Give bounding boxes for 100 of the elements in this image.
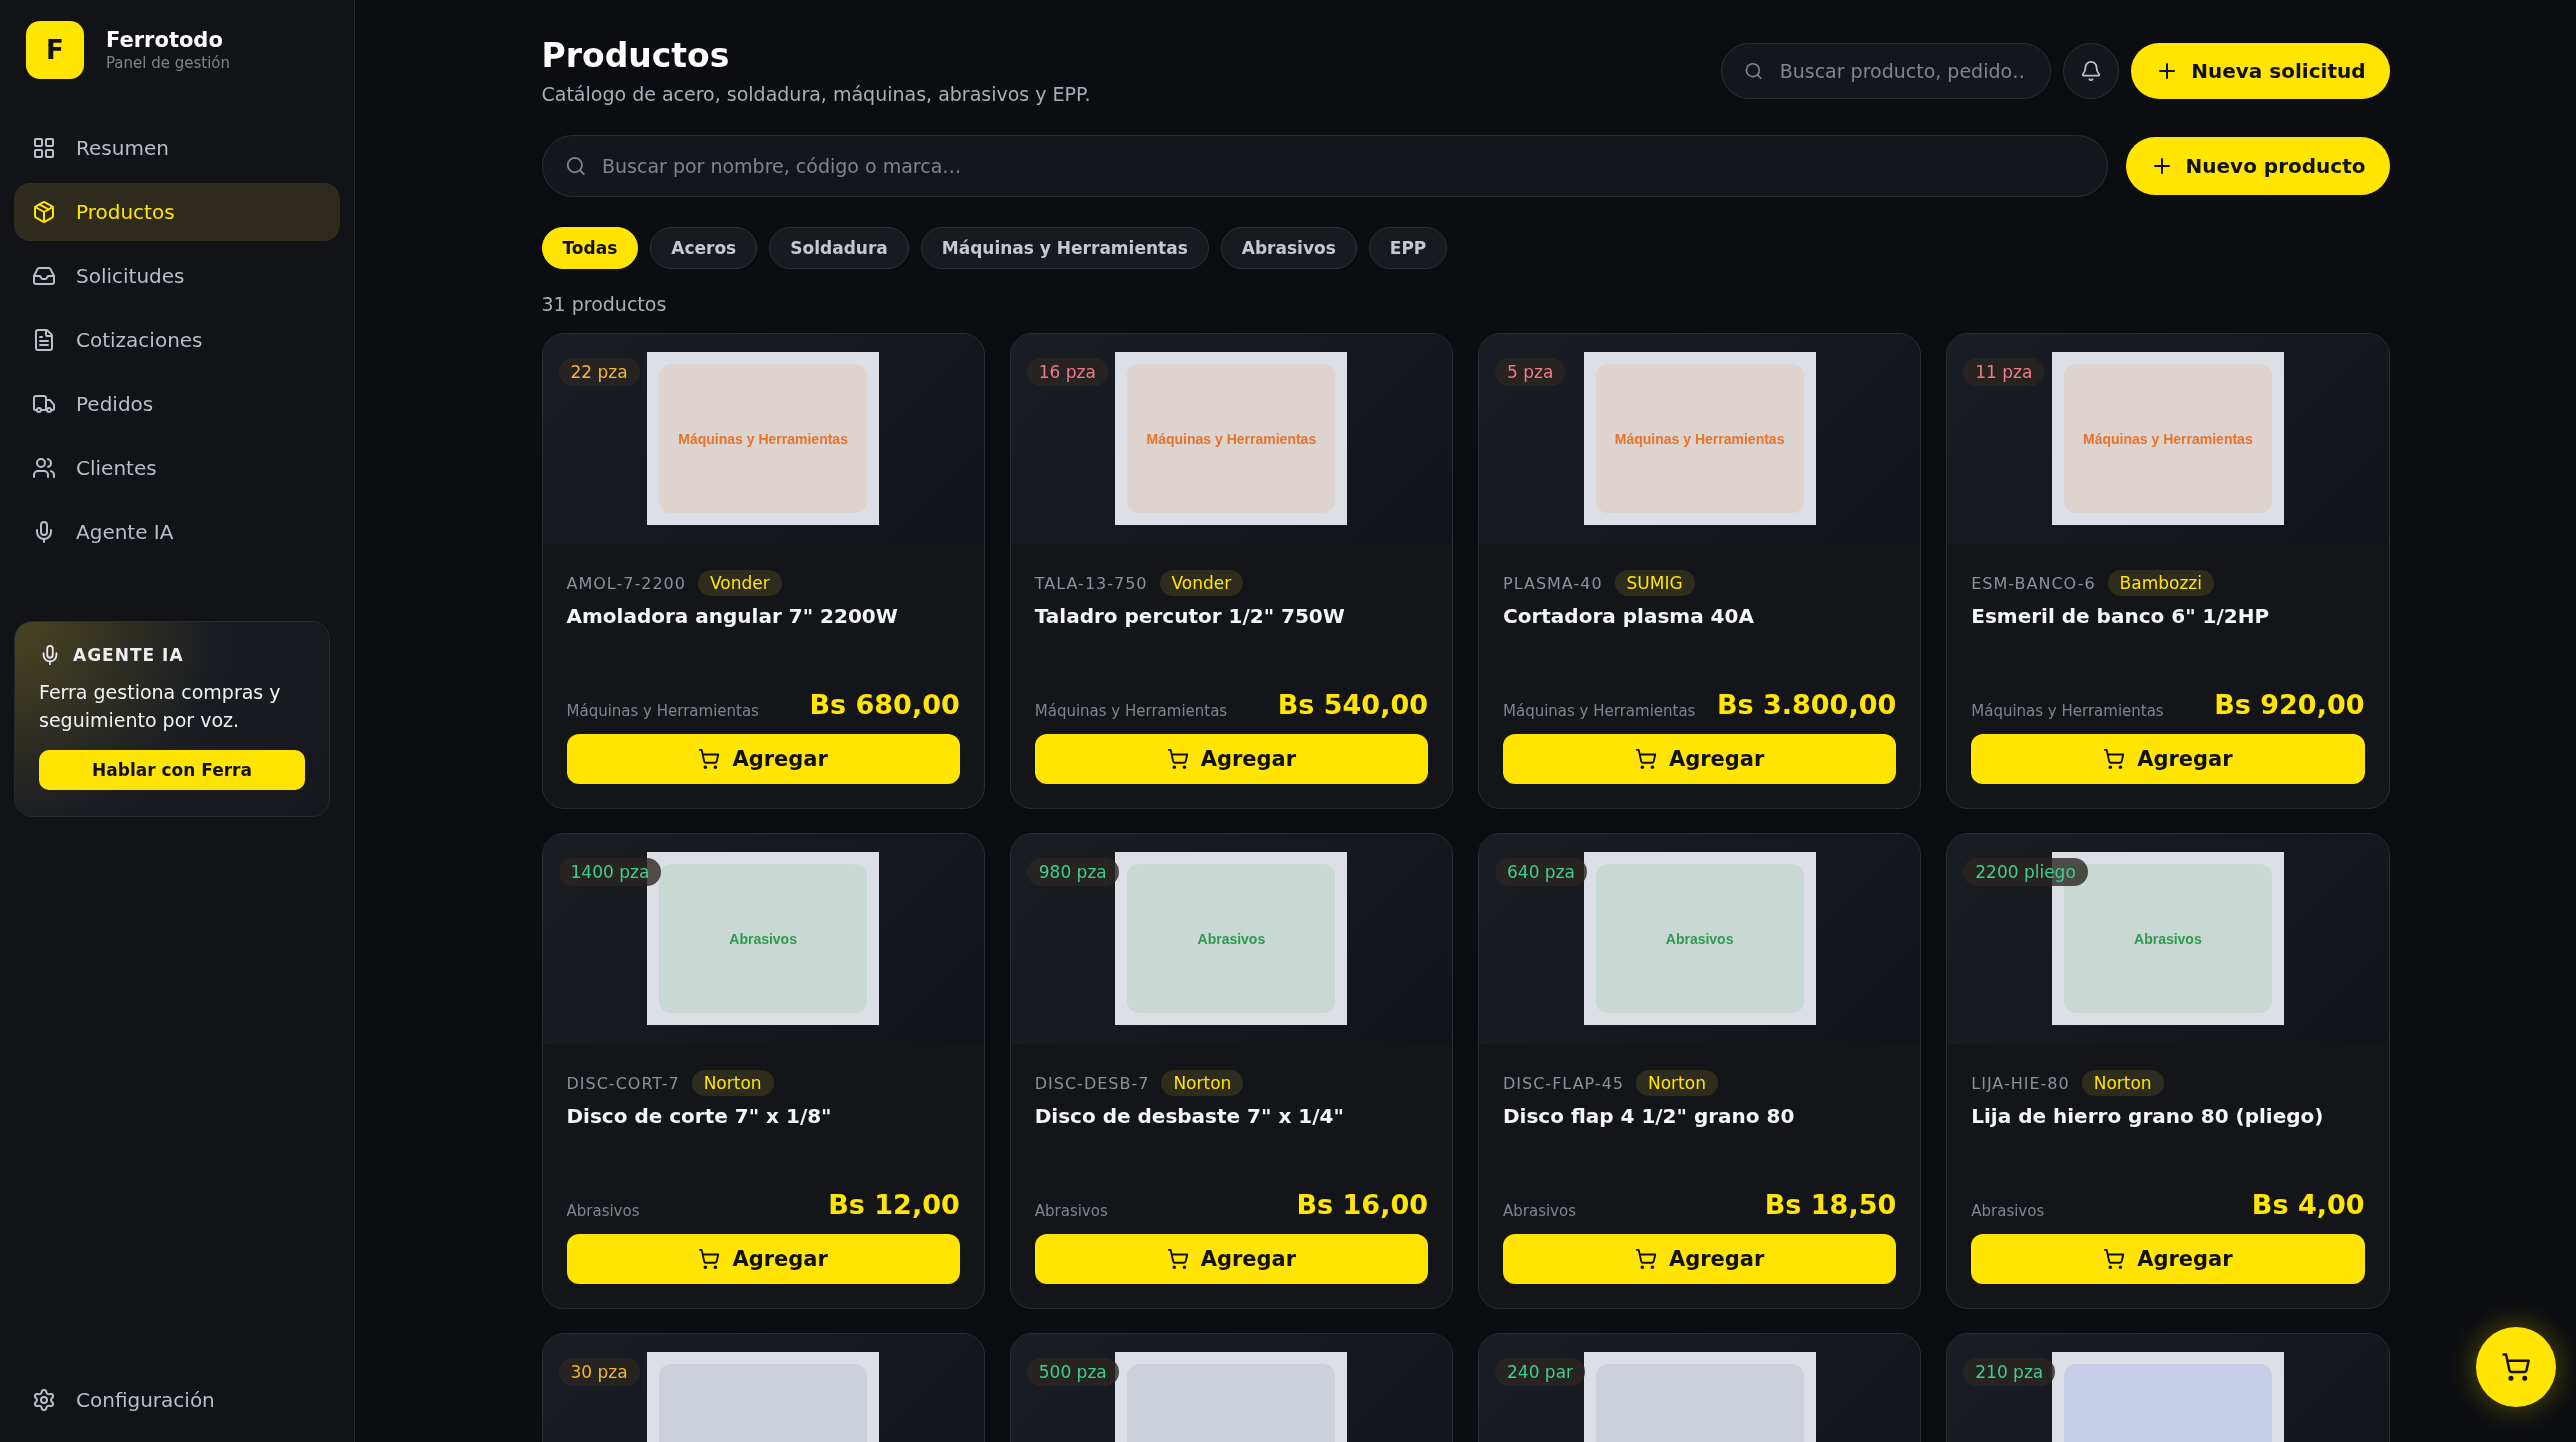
- product-count: 31 productos: [541, 293, 668, 315]
- page-subtitle: Catálogo de acero, soldadura, máquinas, abrasivos y EPP.: [541, 83, 1091, 105]
- agent-description: Ferra gestiona compras y seguimiento por voz.: [39, 680, 282, 733]
- product-name: Disco de corte 7" x 1/8": [566, 1104, 833, 1128]
- catalog-search-field[interactable]: Buscar por nombre, código o marca…: [541, 135, 2108, 197]
- brand-tag: SUMIG: [1614, 570, 1695, 596]
- nav-item[interactable]: Agente IA: [14, 503, 340, 561]
- cart-icon: [1634, 1248, 1657, 1270]
- stock-badge: 2200 pliego: [1963, 858, 2088, 886]
- stock-badge: 16 pza: [1026, 358, 1108, 386]
- product-price: Bs 18,50: [1764, 1189, 1897, 1220]
- agent-title: AGENTE IA: [73, 645, 184, 665]
- nav-item[interactable]: Clientes: [14, 439, 340, 497]
- product-category: Máquinas y Herramientas: [1971, 702, 2164, 720]
- search-icon: [564, 155, 586, 177]
- product-category: Abrasivos: [1971, 1202, 2045, 1220]
- product-category: Máquinas y Herramientas: [1034, 702, 1228, 720]
- product-name: Esmeril de banco 6" 1/2HP: [1971, 604, 2271, 628]
- cart-icon: [1166, 748, 1189, 770]
- image-label: Abrasivos: [1665, 930, 1734, 947]
- product-price: Bs 12,00: [828, 1189, 960, 1220]
- filter-chip[interactable]: Todas: [541, 227, 639, 269]
- talk-button[interactable]: Hablar con Ferra: [39, 750, 305, 790]
- nav-item[interactable]: Pedidos: [14, 375, 340, 433]
- search-input[interactable]: Buscar producto, pedido…: [1777, 59, 2029, 83]
- stock-badge: 11 pza: [1963, 358, 2045, 386]
- new-product-button[interactable]: Nuevo producto: [2125, 137, 2390, 195]
- add-button[interactable]: Agregar: [1034, 1234, 1428, 1284]
- product-code: PLASMA-40: [1503, 573, 1603, 593]
- new-request-button[interactable]: Nueva solicitud: [2131, 43, 2390, 99]
- product-category: Máquinas y Herramientas: [566, 702, 759, 720]
- settings-item[interactable]: Configuración: [14, 1388, 340, 1412]
- filter-chip[interactable]: Máquinas y Herramientas: [920, 227, 1209, 269]
- box-icon: [32, 200, 56, 224]
- filter-chip[interactable]: Soldadura: [769, 227, 909, 269]
- cart-icon: [2103, 748, 2126, 770]
- add-button[interactable]: Agregar: [1971, 734, 2365, 784]
- image-label: Máquinas y Herramientas: [1614, 430, 1785, 447]
- filter-chip[interactable]: Abrasivos: [1220, 227, 1357, 269]
- filter-chip[interactable]: Aceros: [650, 227, 758, 269]
- cart-button[interactable]: [2476, 1327, 2556, 1407]
- cart-icon: [1634, 748, 1657, 770]
- image-label: Máquinas y Herramientas: [1146, 430, 1317, 447]
- cart-icon: [698, 748, 721, 770]
- product-code: LIJA-HIE-80: [1971, 1073, 2070, 1093]
- add-button[interactable]: Agregar: [566, 1234, 960, 1284]
- nav-label: Pedidos: [76, 392, 154, 416]
- nav-item[interactable]: Resumen: [14, 119, 340, 177]
- stock-badge: 22 pza: [558, 358, 640, 386]
- catalog-search-input[interactable]: Buscar por nombre, código o marca…: [600, 154, 2085, 178]
- nav-label: Clientes: [76, 456, 157, 480]
- brand-name: Ferrotodo: [106, 28, 224, 52]
- nav-label: Cotizaciones: [76, 328, 203, 352]
- settings-icon: [32, 1388, 56, 1412]
- filter-chip[interactable]: EPP: [1368, 227, 1448, 269]
- image-label: Abrasivos: [1197, 930, 1266, 947]
- search-icon: [1744, 60, 1764, 82]
- page-title: Productos: [541, 36, 731, 75]
- settings-label: Configuración: [76, 1388, 215, 1412]
- product-category: Abrasivos: [566, 1202, 640, 1220]
- image-label: Máquinas y Herramientas: [2083, 430, 2253, 447]
- cart-icon: [698, 1248, 721, 1270]
- product-price: Bs 16,00: [1296, 1189, 1428, 1220]
- brand-tag: Norton: [1161, 1070, 1244, 1096]
- logo: F: [26, 21, 84, 79]
- product-name: Taladro percutor 1/2" 750W: [1034, 604, 1346, 628]
- product-name: Disco flap 4 1/2" grano 80: [1503, 1104, 1796, 1128]
- product-name: Amoladora angular 7" 2200W: [566, 604, 899, 628]
- nav-item[interactable]: Cotizaciones: [14, 311, 340, 369]
- stock-badge: 5 pza: [1495, 358, 1566, 386]
- image-label: Abrasivos: [729, 930, 797, 947]
- stock-badge: 1400 pza: [558, 858, 662, 886]
- add-button[interactable]: Agregar: [566, 734, 960, 784]
- search-field[interactable]: Buscar producto, pedido…: [1721, 43, 2052, 99]
- product-category: Abrasivos: [1034, 1202, 1108, 1220]
- cart-icon: [1166, 1248, 1189, 1270]
- product-code: DISC-FLAP-45: [1503, 1073, 1624, 1093]
- cart-icon: [2103, 1248, 2126, 1270]
- nav-item[interactable]: Productos: [14, 183, 340, 241]
- add-button[interactable]: Agregar: [1034, 734, 1428, 784]
- brand-tag: Norton: [2081, 1070, 2164, 1096]
- add-button[interactable]: Agregar: [1971, 1234, 2365, 1284]
- image-label: Máquinas y Herramientas: [678, 430, 848, 447]
- cart-icon: [2501, 1352, 2531, 1382]
- nav-label: Resumen: [76, 136, 169, 160]
- nav-item[interactable]: Solicitudes: [14, 247, 340, 305]
- stock-badge: 30 pza: [558, 1358, 640, 1386]
- product-category: Abrasivos: [1503, 1202, 1576, 1220]
- product-code: TALA-13-750: [1034, 573, 1148, 593]
- brand-tag: Vonder: [697, 570, 782, 596]
- nav-label: Agente IA: [76, 520, 174, 544]
- add-button[interactable]: Agregar: [1503, 1234, 1897, 1284]
- image-label: Abrasivos: [2134, 930, 2202, 947]
- product-code: DISC-DESB-7: [1034, 1073, 1150, 1093]
- brand-tag: Norton: [691, 1070, 774, 1096]
- grid-icon: [32, 136, 56, 160]
- product-code: AMOL-7-2200: [566, 573, 686, 593]
- product-price: Bs 3.800,00: [1716, 689, 1897, 720]
- stock-badge: 500 pza: [1026, 1358, 1119, 1386]
- add-button[interactable]: Agregar: [1503, 734, 1897, 784]
